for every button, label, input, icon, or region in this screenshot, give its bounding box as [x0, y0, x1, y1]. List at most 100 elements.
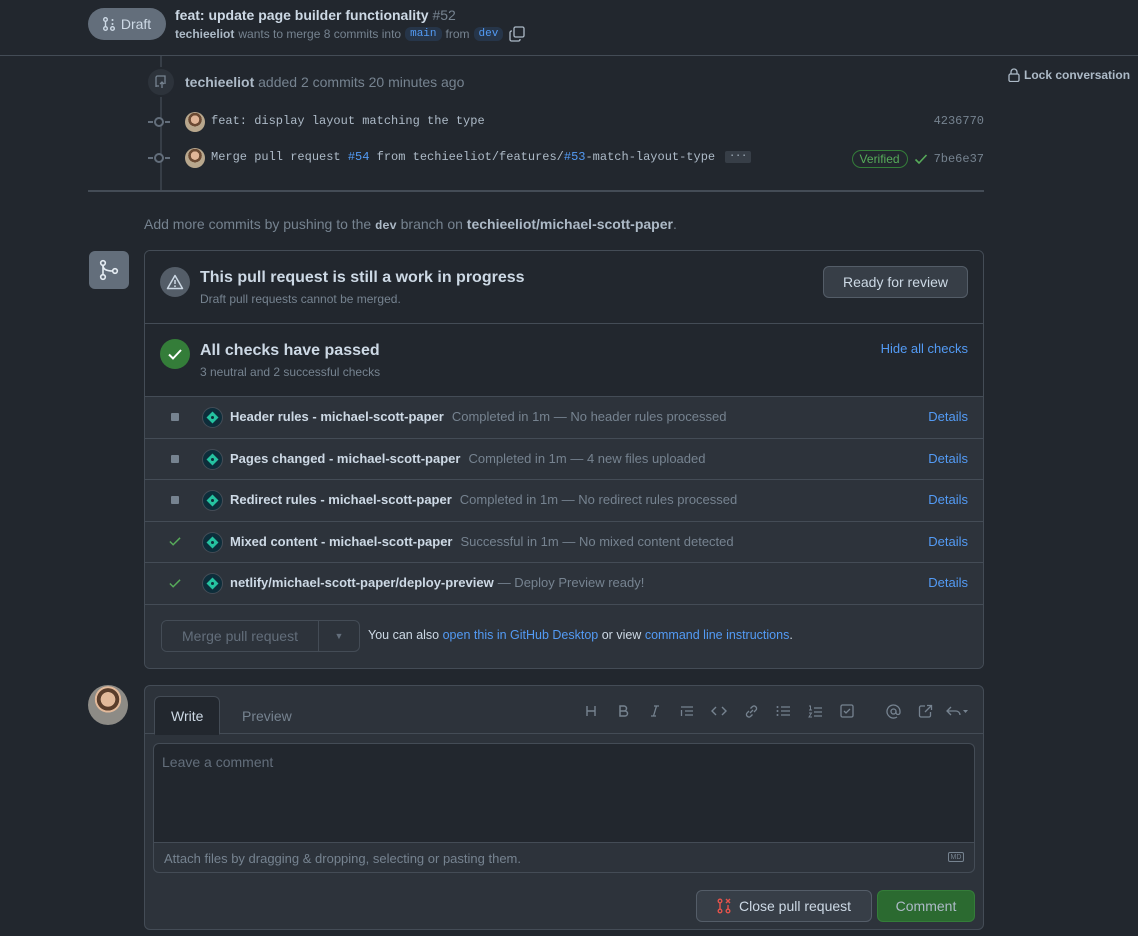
draft-state-badge: Draft [88, 8, 166, 40]
neutral-status-icon [169, 494, 181, 506]
commit-sha: 4236770 [933, 114, 984, 128]
check-title: Header rules - michael-scott-paper [230, 409, 444, 424]
hide-all-checks-link[interactable]: Hide all checks [881, 341, 968, 356]
success-check-icon [169, 536, 181, 548]
merge-box: This pull request is still a work in pro… [144, 250, 984, 669]
checks-title: All checks have passed [200, 342, 380, 359]
avatar[interactable] [185, 148, 205, 168]
pr-sticky-header: Draft feat: update page builder function… [0, 0, 1138, 56]
tasklist-icon[interactable] [831, 701, 863, 721]
ordered-list-icon[interactable] [799, 701, 831, 721]
check-title: netlify/michael-scott-paper/deploy-previ… [230, 575, 494, 590]
netlify-app-icon[interactable] [202, 407, 223, 428]
lock-icon [1008, 68, 1020, 82]
from-text: from [445, 27, 470, 41]
comment-textarea[interactable]: Leave a comment [153, 743, 975, 843]
check-row: Mixed content - michael-scott-paper Succe… [145, 521, 983, 563]
repo-push-icon [155, 75, 166, 88]
avatar[interactable] [88, 685, 128, 725]
merge-button-group: Merge pull request ▼ [161, 620, 360, 652]
check-row: Redirect rules - michael-scott-paper Comp… [145, 480, 983, 522]
push-hint-branch: dev [375, 219, 397, 233]
netlify-app-icon[interactable] [202, 448, 223, 470]
verified-badge[interactable]: Verified [851, 150, 908, 168]
commit-message-suffix[interactable]: -match-layout-type [585, 150, 715, 164]
mention-icon[interactable] [877, 701, 909, 721]
head-branch[interactable]: dev [473, 27, 504, 41]
git-commit-icon [148, 117, 170, 127]
command-line-link[interactable]: command line instructions [645, 628, 790, 642]
commit-message-prefix[interactable]: Merge pull request [211, 150, 348, 164]
triangle-down-icon: ▼ [334, 631, 344, 641]
neutral-status-icon [169, 411, 181, 423]
push-hint: Add more commits by pushing to the dev b… [144, 216, 677, 233]
merge-pull-request-button[interactable]: Merge pull request [162, 621, 319, 651]
also-text: You can also [368, 628, 440, 642]
lock-conversation-button[interactable]: Lock conversation [1008, 68, 1130, 82]
attach-files-text: Attach files by dragging & dropping, sel… [164, 851, 521, 866]
avatar[interactable] [185, 112, 205, 132]
pr-merge-summary: techieeliot wants to merge 8 commits int… [175, 26, 525, 42]
check-details-link[interactable]: Details [928, 409, 968, 424]
push-hint-repo: techieeliot/michael-scott-paper [466, 216, 673, 232]
check-details-link[interactable]: Details [928, 451, 968, 466]
check-name: Redirect rules - michael-scott-paper Comp… [230, 492, 737, 507]
commit-sha-link[interactable]: 4236770 [934, 114, 984, 128]
link-icon[interactable] [735, 701, 767, 721]
check-details-link[interactable]: Details [928, 575, 968, 590]
git-merge-icon [89, 251, 129, 289]
copy-icon[interactable] [509, 26, 525, 42]
netlify-app-icon[interactable] [202, 531, 223, 553]
cross-reference-icon[interactable] [909, 701, 941, 721]
checks-subtitle: 3 neutral and 2 successful checks [200, 365, 381, 379]
check-details-link[interactable]: Details [928, 534, 968, 549]
heading-icon[interactable] [575, 701, 607, 721]
commit-sha-link[interactable]: 7be6e37 [934, 152, 984, 166]
italic-icon[interactable] [639, 701, 671, 721]
tab-write[interactable]: Write [154, 696, 221, 735]
markdown-toolbar [575, 701, 973, 721]
comment-form: Write Preview Leave a comment Attach fil… [144, 685, 984, 930]
bold-icon[interactable] [607, 701, 639, 721]
push-hint-mid: branch on [400, 216, 463, 232]
check-details-link[interactable]: Details [928, 492, 968, 507]
commit-row: feat: display layout matching the type 4… [148, 110, 984, 134]
reply-icon[interactable] [941, 701, 973, 721]
code-icon[interactable] [703, 701, 735, 721]
github-desktop-link[interactable]: open this in GitHub Desktop [443, 628, 599, 642]
check-title: Pages changed - michael-scott-paper [230, 450, 461, 466]
comment-submit-button[interactable]: Comment [877, 890, 975, 922]
pr-title: feat: update page builder functionality … [175, 7, 456, 23]
check-description: Successful in 1m — No mixed content dete… [460, 533, 734, 549]
comment-tabs: Write Preview [145, 686, 983, 735]
markdown-icon[interactable]: MD [948, 852, 964, 862]
check-name: Mixed content - michael-scott-paper Succe… [230, 534, 734, 549]
alert-icon [160, 267, 190, 297]
quote-icon[interactable] [671, 701, 703, 721]
issue-reference-link[interactable]: #53 [564, 150, 586, 164]
check-description: — Deploy Preview ready! [497, 575, 645, 590]
check-icon [914, 154, 927, 165]
netlify-app-icon[interactable] [202, 573, 223, 594]
pr-author-link[interactable]: techieeliot [175, 27, 234, 41]
expand-commit-button[interactable]: ··· [725, 150, 752, 163]
netlify-app-icon[interactable] [202, 490, 223, 511]
unordered-list-icon[interactable] [767, 701, 799, 721]
commit-row: Merge pull request #54 from techieeliot/… [148, 146, 984, 170]
pr-reference-link[interactable]: #54 [348, 150, 370, 164]
ready-for-review-button[interactable]: Ready for review [823, 266, 968, 298]
timeline-divider [88, 190, 984, 192]
check-name: netlify/michael-scott-paper/deploy-previ… [230, 575, 644, 590]
check-title: Redirect rules - michael-scott-paper [230, 492, 452, 507]
commit-message-mid[interactable]: from techieeliot/features/ [369, 150, 564, 164]
tab-preview[interactable]: Preview [226, 696, 308, 735]
attach-files-bar[interactable]: Attach files by dragging & dropping, sel… [153, 842, 975, 873]
merge-method-dropdown[interactable]: ▼ [319, 621, 359, 651]
check-name: Pages changed - michael-scott-paper Compl… [230, 451, 705, 466]
merge-text: wants to merge 8 commits into [238, 27, 402, 41]
base-branch[interactable]: main [405, 27, 442, 41]
push-author-link[interactable]: techieeliot [185, 74, 254, 90]
close-pull-request-button[interactable]: Close pull request [696, 890, 872, 922]
commit-message-link[interactable]: feat: display layout matching the type [211, 114, 485, 128]
git-commit-icon [148, 153, 170, 163]
